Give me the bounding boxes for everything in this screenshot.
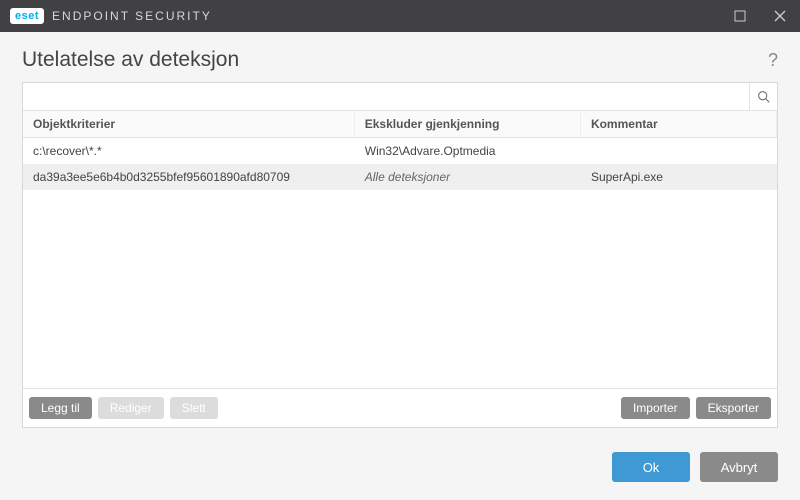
cell-exclude: Alle deteksjoner [355, 164, 581, 190]
window-maximize-icon[interactable] [720, 0, 760, 32]
export-button[interactable]: Eksporter [696, 397, 771, 419]
table-header: Objektkriterier Ekskluder gjenkjenning K… [23, 111, 777, 138]
cancel-button[interactable]: Avbryt [700, 452, 778, 482]
table-row[interactable]: da39a3ee5e6b4b0d3255bfef95601890afd80709… [23, 164, 777, 190]
exclusions-table: Objektkriterier Ekskluder gjenkjenning K… [23, 111, 777, 388]
add-button[interactable]: Legg til [29, 397, 92, 419]
col-object[interactable]: Objektkriterier [23, 111, 355, 137]
cell-exclude: Win32\Advare.Optmedia [355, 138, 581, 164]
cell-comment: SuperApi.exe [581, 164, 777, 190]
cell-comment [581, 138, 777, 164]
brand-badge: eset [10, 8, 44, 24]
titlebar: eset ENDPOINT SECURITY [0, 0, 800, 32]
ok-button[interactable]: Ok [612, 452, 690, 482]
cell-object: c:\recover\*.* [23, 138, 355, 164]
cell-object: da39a3ee5e6b4b0d3255bfef95601890afd80709 [23, 164, 355, 190]
page-title: Utelatelse av deteksjon [22, 48, 239, 72]
table-button-bar: Legg til Rediger Slett Importer Eksporte… [23, 388, 777, 427]
search-input[interactable] [23, 83, 749, 110]
edit-button: Rediger [98, 397, 164, 419]
table-row[interactable]: c:\recover\*.*Win32\Advare.Optmedia [23, 138, 777, 164]
exclusions-panel: Objektkriterier Ekskluder gjenkjenning K… [22, 82, 778, 428]
delete-button: Slett [170, 397, 218, 419]
dialog-footer: Ok Avbryt [0, 440, 800, 500]
app-name: ENDPOINT SECURITY [52, 9, 212, 23]
import-button[interactable]: Importer [621, 397, 690, 419]
page-header: Utelatelse av deteksjon ? [0, 32, 800, 82]
window-close-icon[interactable] [760, 0, 800, 32]
col-exclude[interactable]: Ekskluder gjenkjenning [355, 111, 581, 137]
col-comment[interactable]: Kommentar [581, 111, 777, 137]
help-icon[interactable]: ? [768, 50, 778, 71]
search-icon[interactable] [749, 83, 777, 110]
